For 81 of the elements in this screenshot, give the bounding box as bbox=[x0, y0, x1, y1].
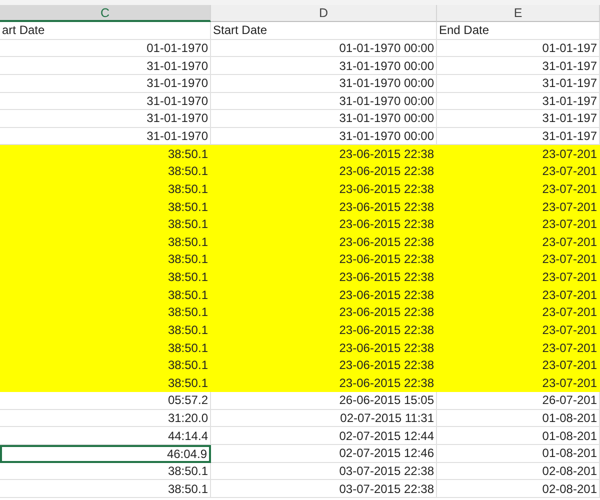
table-cell: 31-01-197 bbox=[437, 57, 600, 75]
table-cell: 31-01-1970 bbox=[0, 74, 211, 92]
table-cell: 38:50.1 bbox=[0, 234, 211, 252]
table-cell: 38:50.1 bbox=[0, 163, 211, 181]
table-cell: End Date bbox=[437, 22, 600, 40]
table-cell: 01-08-201 bbox=[437, 410, 600, 428]
table-cell: art Date bbox=[0, 22, 211, 40]
table-cell: 02-08-201 bbox=[437, 462, 600, 480]
table-cell: 31-01-1970 bbox=[0, 92, 211, 110]
table-cell: 38:50.1 bbox=[0, 374, 211, 392]
table-cell: 23-07-201 bbox=[437, 163, 600, 181]
table-cell: 23-06-2015 22:38 bbox=[211, 286, 437, 304]
table-cell: 23-06-2015 22:38 bbox=[211, 322, 437, 340]
table-cell: 23-06-2015 22:38 bbox=[211, 145, 437, 163]
column-header[interactable]: E bbox=[437, 5, 600, 22]
table-cell: 23-06-2015 22:38 bbox=[211, 304, 437, 322]
table-cell: 23-06-2015 22:38 bbox=[211, 163, 437, 181]
table-cell: 31-01-1970 bbox=[0, 110, 211, 128]
table-cell: 31-01-1970 00:00 bbox=[211, 110, 437, 128]
table-cell: 23-07-201 bbox=[437, 198, 600, 216]
table-cell: 23-07-201 bbox=[437, 339, 600, 357]
table-cell: 31-01-197 bbox=[437, 92, 600, 110]
column-header[interactable]: C bbox=[0, 5, 211, 22]
table-cell: 23-07-201 bbox=[437, 234, 600, 252]
table-cell: 01-01-1970 00:00 bbox=[211, 40, 437, 58]
table-cell: 31-01-1970 00:00 bbox=[211, 57, 437, 75]
table-cell: 23-06-2015 22:38 bbox=[211, 339, 437, 357]
table-cell: 38:50.1 bbox=[0, 304, 211, 322]
table-cell: 01-08-201 bbox=[437, 445, 600, 463]
table-cell: 31-01-1970 00:00 bbox=[211, 74, 437, 92]
table-cell: 38:50.1 bbox=[0, 339, 211, 357]
table-cell: 01-08-201 bbox=[437, 427, 600, 445]
table-cell: 38:50.1 bbox=[0, 322, 211, 340]
table-cell: 23-07-201 bbox=[437, 251, 600, 269]
table-cell: 02-08-201 bbox=[437, 480, 600, 498]
table-cell: 23-07-201 bbox=[437, 216, 600, 234]
table-cell: 23-07-201 bbox=[437, 145, 600, 163]
table-cell: 23-07-201 bbox=[437, 180, 600, 198]
table-cell: 31-01-197 bbox=[437, 110, 600, 128]
table-cell: 38:50.1 bbox=[0, 356, 211, 374]
table-cell: 31-01-1970 bbox=[0, 57, 211, 75]
table-cell: 31:20.0 bbox=[0, 410, 211, 428]
table-cell: 38:50.1 bbox=[0, 286, 211, 304]
table-cell: 31-01-1970 00:00 bbox=[211, 92, 437, 110]
table-cell: 38:50.1 bbox=[0, 462, 211, 480]
table-cell: 26-06-2015 15:05 bbox=[211, 392, 437, 410]
table-cell: 02-07-2015 12:44 bbox=[211, 427, 437, 445]
table-cell: 23-06-2015 22:38 bbox=[211, 216, 437, 234]
table-cell: 23-06-2015 22:38 bbox=[211, 356, 437, 374]
table-cell: 02-07-2015 11:31 bbox=[211, 410, 437, 428]
table-cell: 23-07-201 bbox=[437, 268, 600, 286]
table-cell: 23-06-2015 22:38 bbox=[211, 268, 437, 286]
table-cell: 38:50.1 bbox=[0, 268, 211, 286]
table-cell: 23-07-201 bbox=[437, 374, 600, 392]
table-cell: 01-01-1970 bbox=[0, 40, 211, 58]
table-cell: 23-06-2015 22:38 bbox=[211, 180, 437, 198]
table-cell: 23-07-201 bbox=[437, 322, 600, 340]
table-cell: 23-06-2015 22:38 bbox=[211, 198, 437, 216]
table-cell: 38:50.1 bbox=[0, 480, 211, 498]
table-cell: 38:50.1 bbox=[0, 216, 211, 234]
table-cell: 38:50.1 bbox=[0, 180, 211, 198]
table-cell: 38:50.1 bbox=[0, 251, 211, 269]
table-cell: 02-07-2015 12:46 bbox=[211, 445, 437, 463]
table-cell: 23-06-2015 22:38 bbox=[211, 234, 437, 252]
table-cell: 23-06-2015 22:38 bbox=[211, 374, 437, 392]
table-cell: 38:50.1 bbox=[0, 198, 211, 216]
table-cell: 23-06-2015 22:38 bbox=[211, 251, 437, 269]
table-cell: 26-07-201 bbox=[437, 392, 600, 410]
table-cell: 23-07-201 bbox=[437, 356, 600, 374]
table-cell: 23-07-201 bbox=[437, 286, 600, 304]
table-cell: 03-07-2015 22:38 bbox=[211, 462, 437, 480]
table-cell: 05:57.2 bbox=[0, 392, 211, 410]
table-cell: 38:50.1 bbox=[0, 145, 211, 163]
table-cell: 01-01-197 bbox=[437, 40, 600, 58]
table-cell: 46:04.9 bbox=[0, 445, 211, 463]
column-header[interactable]: D bbox=[211, 5, 437, 22]
table-cell: 23-07-201 bbox=[437, 304, 600, 322]
table-cell: 31-01-197 bbox=[437, 74, 600, 92]
table-cell: 03-07-2015 22:38 bbox=[211, 480, 437, 498]
table-cell: Start Date bbox=[211, 22, 437, 40]
table-cell: 44:14.4 bbox=[0, 427, 211, 445]
